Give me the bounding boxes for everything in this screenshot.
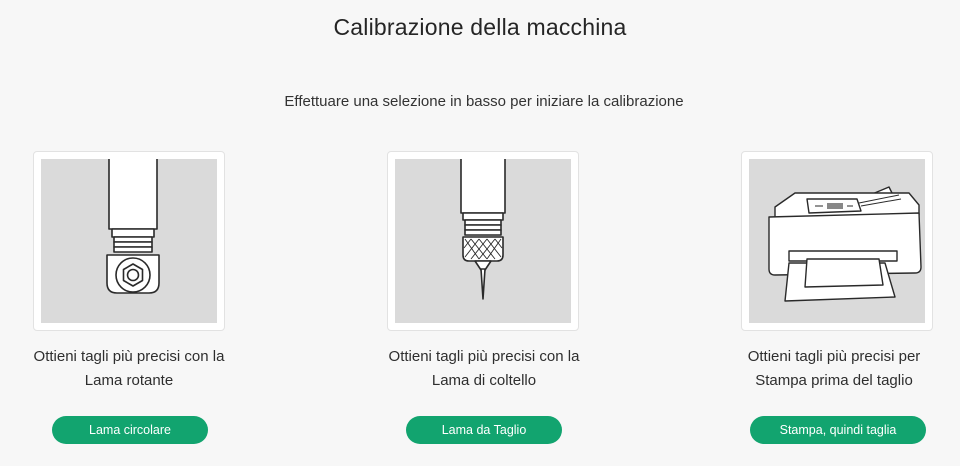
rotary-blade-button[interactable]: Lama circolare <box>52 416 208 444</box>
rotary-blade-icon <box>106 159 160 294</box>
page-title: Calibrazione della macchina <box>333 14 627 40</box>
option-card-image <box>41 159 217 323</box>
knife-blade-button[interactable]: Lama da Taglio <box>406 416 562 444</box>
option-description: Ottieni tagli più precisi con la Lama di… <box>354 345 614 393</box>
option-description-line2: Lama rotante <box>84 372 174 389</box>
print-then-cut-button[interactable]: Stampa, quindi taglia <box>750 416 926 444</box>
option-description-line2: Stampa prima del taglio <box>755 372 913 389</box>
page-subtitle: Effettuare una selezione in basso per in… <box>284 93 684 110</box>
option-card-image <box>749 159 925 323</box>
printer-icon <box>768 186 922 302</box>
option-description-line2: Lama di coltello <box>431 372 537 389</box>
option-card-knife[interactable] <box>387 151 579 331</box>
option-card-printer[interactable] <box>741 151 933 331</box>
option-description-line1: Ottieni tagli più precisi per <box>747 348 921 365</box>
knife-blade-icon <box>460 159 506 300</box>
option-description-line1: Ottieni tagli più precisi con la <box>33 348 225 365</box>
option-card-image <box>395 159 571 323</box>
option-card-rotary[interactable] <box>33 151 225 331</box>
option-description-line1: Ottieni tagli più precisi con la <box>388 348 580 365</box>
option-description: Ottieni tagli più precisi per Stampa pri… <box>708 345 960 393</box>
option-description: Ottieni tagli più precisi con la Lama ro… <box>0 345 258 393</box>
